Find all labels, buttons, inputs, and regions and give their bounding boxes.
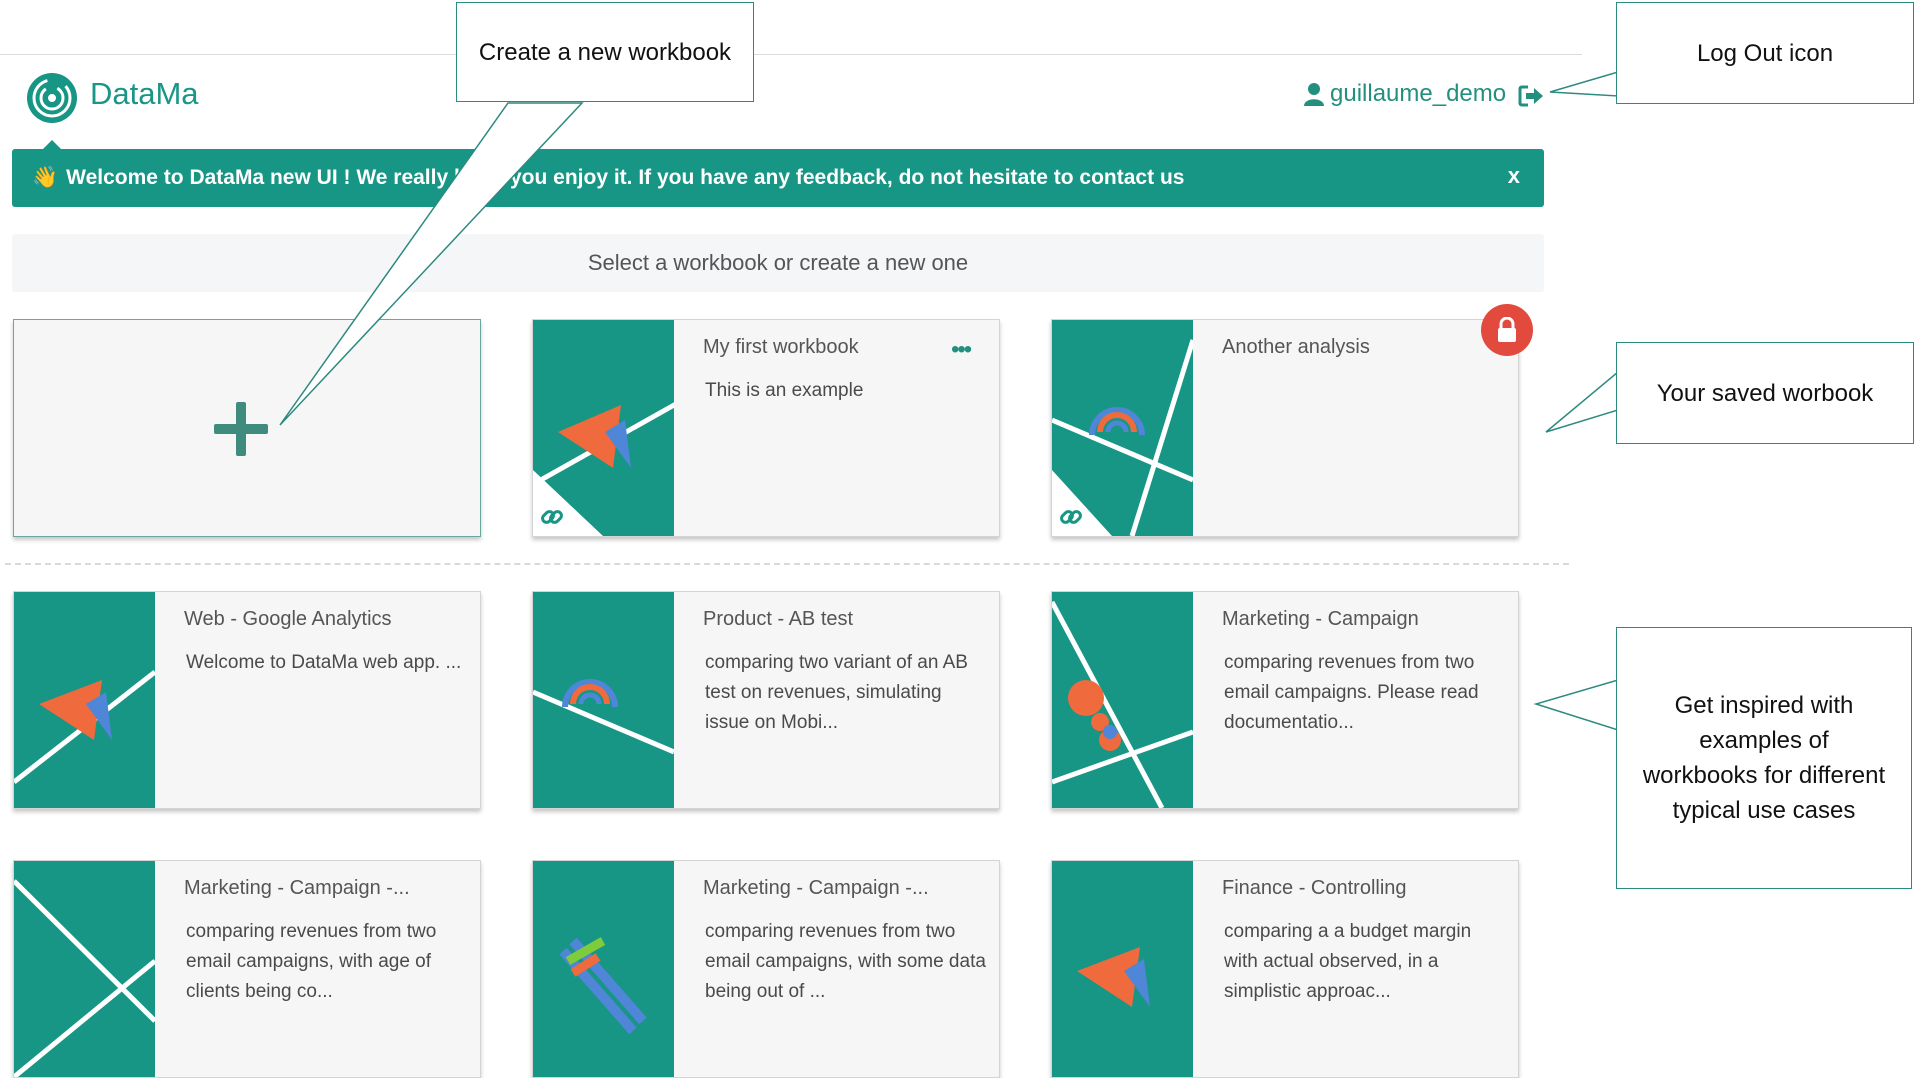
workbook-thumbnail (14, 861, 155, 1077)
example-workbook-card[interactable]: Finance - Controlling comparing a a budg… (1051, 860, 1519, 1078)
create-workbook-callout: Create a new workbook (456, 2, 754, 102)
workbook-thumbnail (1052, 320, 1193, 536)
example-workbook-card[interactable]: Marketing - Campaign -... comparing reve… (532, 860, 1000, 1078)
link-icon (1060, 510, 1082, 524)
link-icon (541, 510, 563, 524)
banner-close-button[interactable]: x (1508, 163, 1520, 189)
workbook-description: comparing two variant of an AB test on r… (705, 652, 968, 733)
saved-workbook-callout: Your saved worbook (1616, 342, 1914, 444)
workbook-title: Finance - Controlling (1222, 877, 1407, 899)
workbook-description: Welcome to DataMa web app. ... (186, 652, 462, 673)
example-workbook-card[interactable]: Web - Google Analytics Welcome to DataMa… (13, 591, 481, 809)
banner-text: Welcome to DataMa new UI ! We really hop… (66, 166, 1185, 189)
workbook-title: Product - AB test (703, 608, 854, 630)
welcome-banner: 👋 Welcome to DataMa new UI ! We really h… (12, 149, 1544, 207)
example-workbook-card[interactable]: Marketing - Campaign -... comparing reve… (13, 860, 481, 1078)
workbook-thumbnail (533, 320, 674, 536)
user-menu[interactable]: guillaume_demo (1304, 80, 1506, 108)
lock-icon (1498, 317, 1516, 342)
user-icon (1304, 83, 1324, 106)
workbook-title: Another analysis (1222, 336, 1370, 358)
example-workbook-card[interactable]: Product - AB test comparing two variant … (532, 591, 1000, 809)
workbook-title: Marketing - Campaign -... (703, 877, 929, 899)
section-divider (5, 563, 1569, 565)
workbook-title: Web - Google Analytics (184, 608, 392, 630)
workbook-title: My first workbook (703, 336, 859, 358)
workbook-card[interactable]: My first workbook ••• This is an example (532, 319, 1000, 537)
workbook-thumbnail (533, 861, 674, 1077)
workbook-description: comparing revenues from two email campai… (1224, 652, 1479, 733)
workbook-description: comparing revenues from two email campai… (186, 921, 437, 1002)
plus-icon[interactable] (212, 400, 270, 458)
lock-badge[interactable] (1481, 304, 1533, 356)
workbook-title: Marketing - Campaign (1222, 608, 1419, 630)
workbook-card[interactable]: Another analysis (1051, 319, 1519, 537)
datama-logo-icon[interactable] (26, 72, 78, 124)
example-workbook-card[interactable]: Marketing - Campaign comparing revenues … (1051, 591, 1519, 809)
workbook-description: comparing revenues from two email campai… (705, 921, 986, 1002)
top-divider (0, 54, 1582, 55)
more-options-icon[interactable]: ••• (951, 336, 972, 364)
workbook-thumbnail (1052, 861, 1193, 1077)
workbook-thumbnail (533, 592, 674, 808)
select-prompt: Select a workbook or create a new one (12, 234, 1544, 292)
logout-callout: Log Out icon (1616, 2, 1914, 104)
workbook-description: This is an example (705, 380, 864, 401)
workbook-thumbnail (1052, 592, 1193, 808)
workbook-title: Marketing - Campaign -... (184, 877, 410, 899)
workbook-thumbnail (14, 592, 155, 808)
username: guillaume_demo (1330, 80, 1507, 107)
sign-out-icon[interactable] (1518, 84, 1544, 108)
workbook-description: comparing a a budget margin with actual … (1224, 921, 1472, 1002)
brand-name[interactable]: DataMa (90, 76, 199, 112)
waving-hand-icon: 👋 (32, 166, 59, 189)
examples-callout: Get inspired with examples of workbooks … (1616, 627, 1912, 889)
